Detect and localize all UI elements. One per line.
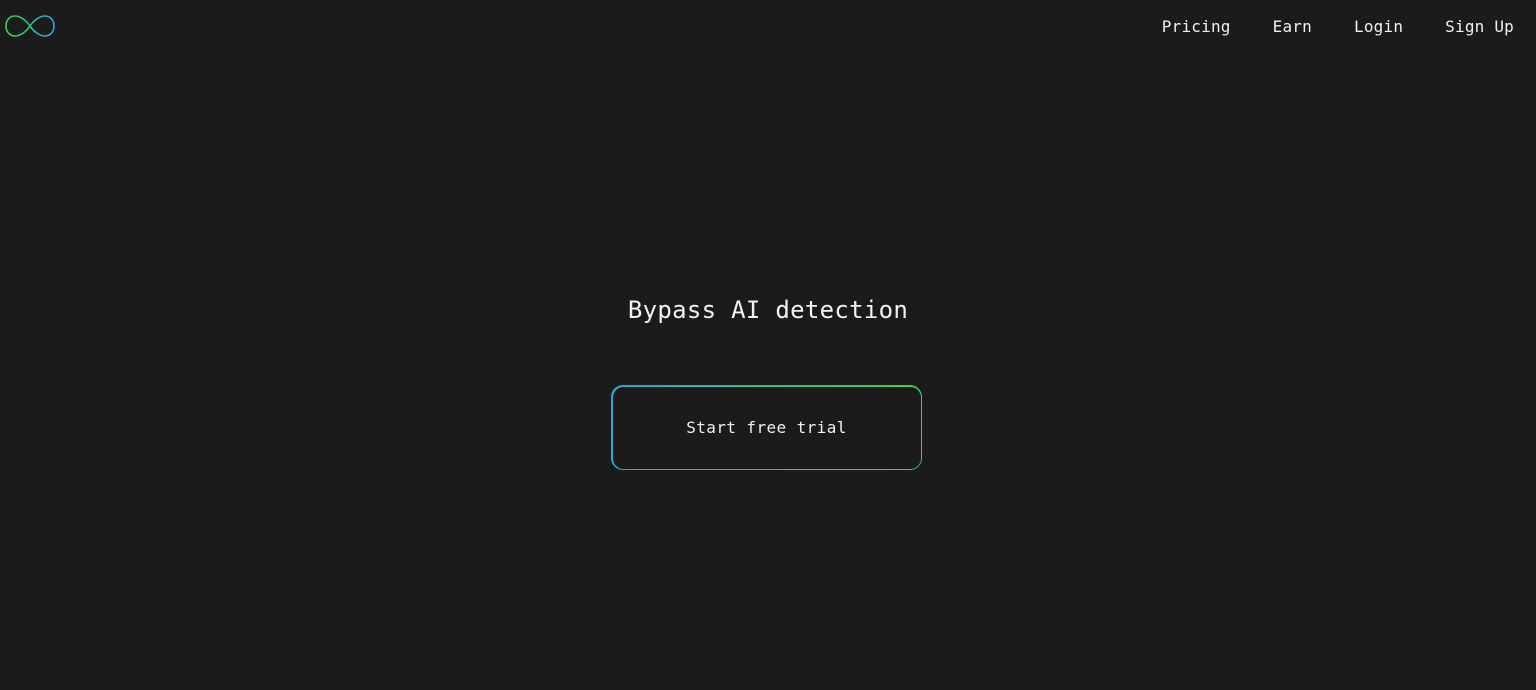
nav-pricing-link[interactable]: Pricing [1162, 16, 1231, 38]
nav-login-link[interactable]: Login [1354, 16, 1403, 38]
logo-link[interactable] [4, 13, 56, 39]
nav-earn-link[interactable]: Earn [1273, 16, 1312, 38]
nav-signup-link[interactable]: Sign Up [1445, 16, 1514, 38]
infinity-icon [5, 15, 55, 37]
hero-title: Bypass AI detection [627, 296, 909, 324]
top-nav: Pricing Earn Login Sign Up [1162, 16, 1514, 38]
start-free-trial-button[interactable]: Start free trial [612, 386, 921, 469]
landing-page: Pricing Earn Login Sign Up Bypass AI det… [0, 0, 1536, 690]
start-trial-button-border: Start free trial [611, 385, 922, 470]
